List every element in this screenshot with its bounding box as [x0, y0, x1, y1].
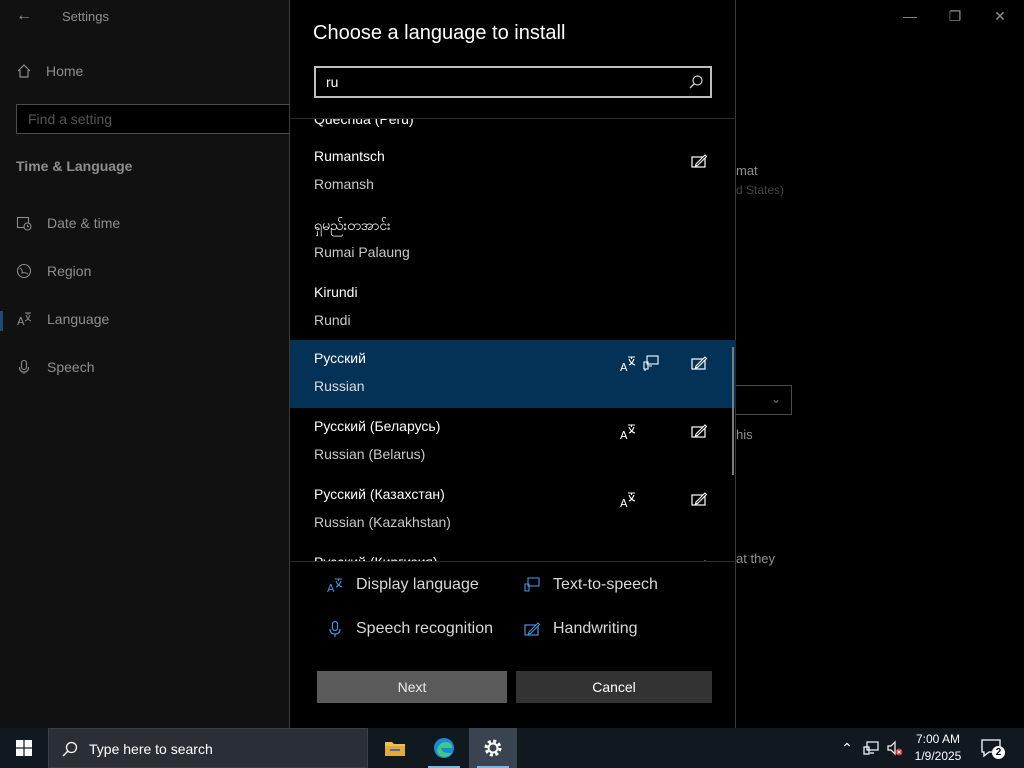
next-button[interactable]: Next: [317, 671, 507, 703]
search-icon: [689, 75, 703, 89]
legend-text-to-speech: Text-to-speech: [523, 576, 658, 594]
handwriting-icon: [690, 490, 708, 508]
cancel-button[interactable]: Cancel: [516, 671, 712, 703]
search-icon: [62, 741, 78, 757]
file-explorer-button[interactable]: [371, 728, 419, 768]
windows-logo-icon: [16, 740, 32, 756]
language-native-name: Русский (Киргизия): [314, 554, 438, 562]
microphone-icon: [329, 620, 341, 637]
choose-language-dialog: Choose a language to install ru Quechua …: [289, 0, 736, 728]
text-to-speech-icon: [524, 577, 540, 592]
folder-icon: [385, 742, 405, 756]
network-icon[interactable]: [862, 739, 880, 757]
language-native-name: Русский (Казахстан): [314, 486, 445, 502]
text-to-speech-icon: [642, 354, 660, 372]
svg-text:A: A: [620, 429, 628, 440]
language-native-name: Kirundi: [314, 284, 358, 300]
language-item[interactable]: ရှမည်းတအာင်း Rumai Palaung: [290, 206, 736, 274]
handwriting-icon: [690, 422, 708, 440]
language-native-name: Русский (Беларусь): [314, 418, 441, 434]
edge-browser-button[interactable]: [420, 728, 468, 768]
legend-handwriting: Handwriting: [523, 620, 637, 638]
taskbar-search-box[interactable]: Type here to search: [48, 728, 368, 768]
notification-count-badge: 2: [992, 746, 1005, 759]
svg-text:A: A: [327, 582, 335, 594]
language-english-name: Rundi: [314, 312, 351, 328]
language-list[interactable]: Quechua (Peru) Rumantsch Romansh ရှမည်းတ…: [290, 118, 736, 562]
handwriting-icon: [690, 558, 708, 561]
language-item[interactable]: Русский (Казахстан) Russian (Kazakhstan)…: [290, 476, 736, 544]
list-scrollbar[interactable]: [732, 347, 734, 475]
language-item-selected[interactable]: Русский Russian A: [290, 340, 736, 408]
clock-date: 1/9/2025: [914, 749, 962, 763]
legend-speech-recognition: Speech recognition: [326, 620, 493, 638]
language-search-input[interactable]: ru: [314, 66, 712, 98]
legend-label: Text-to-speech: [553, 576, 658, 593]
settings-app-button[interactable]: [469, 728, 517, 768]
chevron-up-icon[interactable]: ⌃: [838, 739, 856, 757]
volume-muted-icon[interactable]: [886, 739, 904, 757]
language-english-name: Russian (Belarus): [314, 446, 426, 462]
language-english-name: Rumai Palaung: [314, 244, 410, 260]
clock[interactable]: 7:00 AM 1/9/2025: [908, 731, 968, 765]
language-english-name: Romansh: [314, 176, 374, 192]
display-language-icon: A: [327, 578, 343, 594]
gear-icon: [484, 739, 502, 757]
display-language-icon: A: [619, 490, 637, 510]
display-language-icon: A: [619, 558, 637, 561]
language-item[interactable]: Kirundi Rundi: [290, 274, 736, 342]
notification-center-button[interactable]: 2: [980, 738, 1008, 760]
handwriting-icon: [690, 354, 708, 372]
language-item[interactable]: Русский (Беларусь) Russian (Belarus) A: [290, 408, 736, 476]
search-value: ru: [326, 74, 339, 90]
start-button[interactable]: [0, 728, 48, 768]
svg-text:A: A: [620, 497, 628, 508]
language-native-name: Quechua (Peru): [314, 118, 414, 127]
display-language-icon: A: [619, 422, 637, 442]
language-native-name: Rumantsch: [314, 148, 385, 164]
language-english-name: Russian (Kazakhstan): [314, 514, 451, 530]
edge-icon: [434, 738, 454, 758]
handwriting-icon: [690, 152, 708, 170]
language-item[interactable]: Rumantsch Romansh: [290, 138, 736, 206]
dialog-title: Choose a language to install: [313, 22, 566, 44]
language-native-name: Русский: [314, 350, 366, 366]
legend-label: Speech recognition: [356, 620, 493, 637]
legend-display-language: A Display language: [326, 576, 479, 594]
taskbar: Type here to search ⌃ 7:00 AM 1/9/2025 2: [0, 728, 1024, 768]
svg-text:A: A: [620, 361, 628, 372]
clock-time: 7:00 AM: [915, 732, 961, 746]
legend-label: Display language: [356, 576, 479, 593]
legend-label: Handwriting: [553, 620, 638, 637]
language-item[interactable]: Русский (Киргизия) A: [290, 544, 736, 562]
language-native-name: ရှမည်းတအာင်း: [314, 217, 391, 233]
taskbar-search-placeholder: Type here to search: [89, 741, 213, 757]
handwriting-icon: [524, 622, 541, 636]
display-language-icon: A: [619, 354, 637, 374]
language-english-name: Russian: [314, 378, 365, 394]
